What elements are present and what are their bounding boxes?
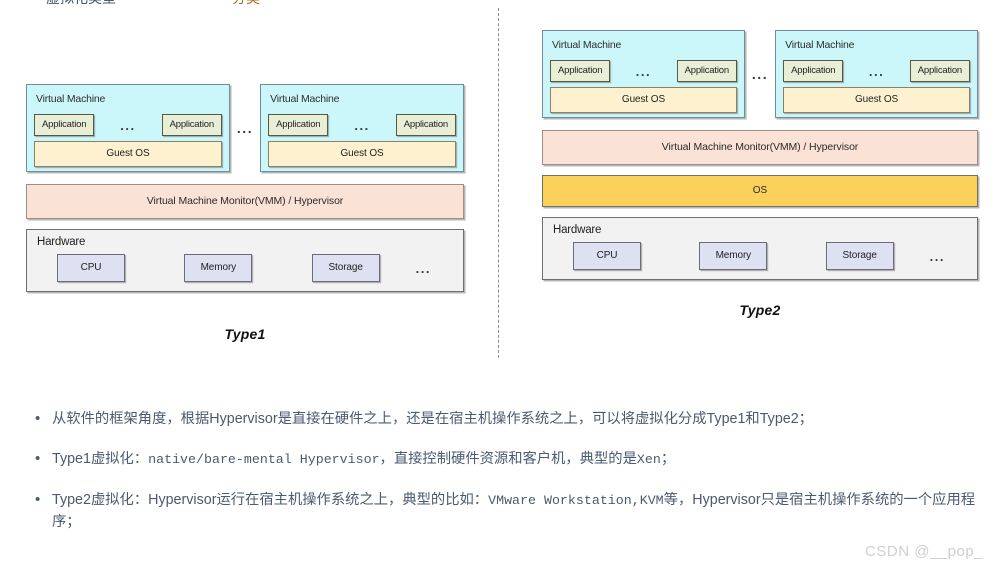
host-os-bar[interactable]: OS [542, 175, 978, 207]
guest-os-bar[interactable]: Guest OS [34, 141, 222, 167]
application-row: Application ... Application [550, 60, 737, 82]
application-box[interactable]: Application [34, 114, 95, 136]
panel-type2: Virtual Machine Application ... Applicat… [542, 0, 979, 318]
description-bullet-list: 从软件的框架角度，根据Hypervisor是直接在硬件之上，还是在宿主机操作系统… [0, 407, 999, 552]
panel-caption-type2: Type2 [739, 302, 781, 318]
code-fragment: Xen [636, 452, 661, 468]
app-ellipsis: ... [120, 117, 136, 133]
hardware-item-memory[interactable]: Memory [184, 254, 253, 282]
vmm-hypervisor-bar[interactable]: Virtual Machine Monitor(VMM) / Hyperviso… [542, 130, 978, 165]
panel-caption-type1: Type1 [224, 326, 266, 342]
vm-gap-ellipsis: ... [751, 66, 769, 82]
app-ellipsis: ... [868, 63, 885, 79]
guest-os-bar[interactable]: Guest OS [550, 87, 737, 113]
code-fragment: native/bare-mental Hypervisor [148, 452, 380, 468]
hardware-item-row: CPU Memory Storage ... [35, 254, 455, 282]
hardware-item-memory[interactable]: Memory [699, 242, 768, 270]
application-box[interactable]: Application [909, 60, 970, 82]
hardware-item-cpu[interactable]: CPU [573, 242, 641, 270]
app-ellipsis: ... [354, 117, 370, 133]
vm-title: Virtual Machine [552, 39, 622, 51]
hardware-item-cpu[interactable]: CPU [57, 254, 125, 282]
guest-os-bar[interactable]: Guest OS [268, 141, 457, 167]
vm-title: Virtual Machine [36, 93, 106, 105]
vm-title: Virtual Machine [270, 93, 340, 105]
vm-row-type2: Virtual Machine Application ... Applicat… [542, 30, 979, 118]
csdn-watermark: CSDN @__pop_ [865, 543, 983, 560]
text-fragment: 从软件的框架角度，根据Hypervisor是直接在硬件之上，还是在宿主机操作系统… [52, 411, 813, 427]
vm-box[interactable]: Virtual Machine Application ... Applicat… [260, 84, 465, 172]
bullet-item: Type1虚拟化：native/bare-mental Hypervisor，直… [35, 447, 979, 471]
hardware-ellipsis: ... [415, 260, 431, 276]
text-fragment: Type2虚拟化：Hypervisor运行在宿主机操作系统之上，典型的比如： [52, 491, 489, 508]
hardware-ellipsis: ... [929, 248, 945, 264]
hardware-item-row: CPU Memory Storage ... [551, 242, 969, 270]
guest-os-bar[interactable]: Guest OS [783, 87, 971, 113]
vm-gap-ellipsis: ... [236, 120, 254, 136]
application-box[interactable]: Application [783, 60, 844, 82]
vm-box[interactable]: Virtual Machine Application ... Applicat… [775, 30, 979, 118]
vm-row-type1: Virtual Machine Application ... Applicat… [26, 84, 465, 172]
application-row: Application ... Application [783, 60, 970, 82]
application-row: Application ... Application [34, 114, 222, 136]
application-box[interactable]: Application [268, 114, 329, 136]
bullet-item: 从软件的框架角度，根据Hypervisor是直接在硬件之上，还是在宿主机操作系统… [35, 407, 979, 430]
hardware-title: Hardware [37, 236, 86, 248]
application-row: Application ... Application [268, 114, 456, 136]
hardware-item-storage[interactable]: Storage [311, 254, 380, 282]
hardware-title: Hardware [553, 224, 602, 236]
application-box[interactable]: Application [550, 60, 611, 82]
app-ellipsis: ... [635, 63, 652, 79]
application-box[interactable]: Application [161, 114, 222, 136]
hardware-box[interactable]: Hardware CPU Memory Storage ... [26, 229, 464, 292]
virtualization-type-diagram: Virtual Machine Application ... Applicat… [0, 0, 999, 365]
vm-box[interactable]: Virtual Machine Application ... Applicat… [26, 84, 230, 172]
code-fragment: VMware Workstation,KVM [488, 492, 664, 508]
vm-box[interactable]: Virtual Machine Application ... Applicat… [542, 30, 745, 118]
hardware-item-storage[interactable]: Storage [825, 242, 894, 270]
text-fragment: Type1虚拟化： [52, 451, 149, 468]
application-box[interactable]: Application [676, 60, 737, 82]
application-box[interactable]: Application [395, 114, 456, 136]
bullet-item: Type2虚拟化：Hypervisor运行在宿主机操作系统之上，典型的比如：VM… [35, 488, 979, 534]
panel-type1: Virtual Machine Application ... Applicat… [26, 0, 465, 342]
hardware-box[interactable]: Hardware CPU Memory Storage ... [542, 217, 978, 280]
text-fragment: ，直接控制硬件资源和客户机，典型的是 [379, 451, 637, 468]
vmm-hypervisor-bar[interactable]: Virtual Machine Monitor(VMM) / Hyperviso… [26, 184, 464, 219]
panel-divider [498, 8, 499, 358]
vm-title: Virtual Machine [785, 39, 855, 51]
text-fragment: ； [660, 451, 676, 468]
